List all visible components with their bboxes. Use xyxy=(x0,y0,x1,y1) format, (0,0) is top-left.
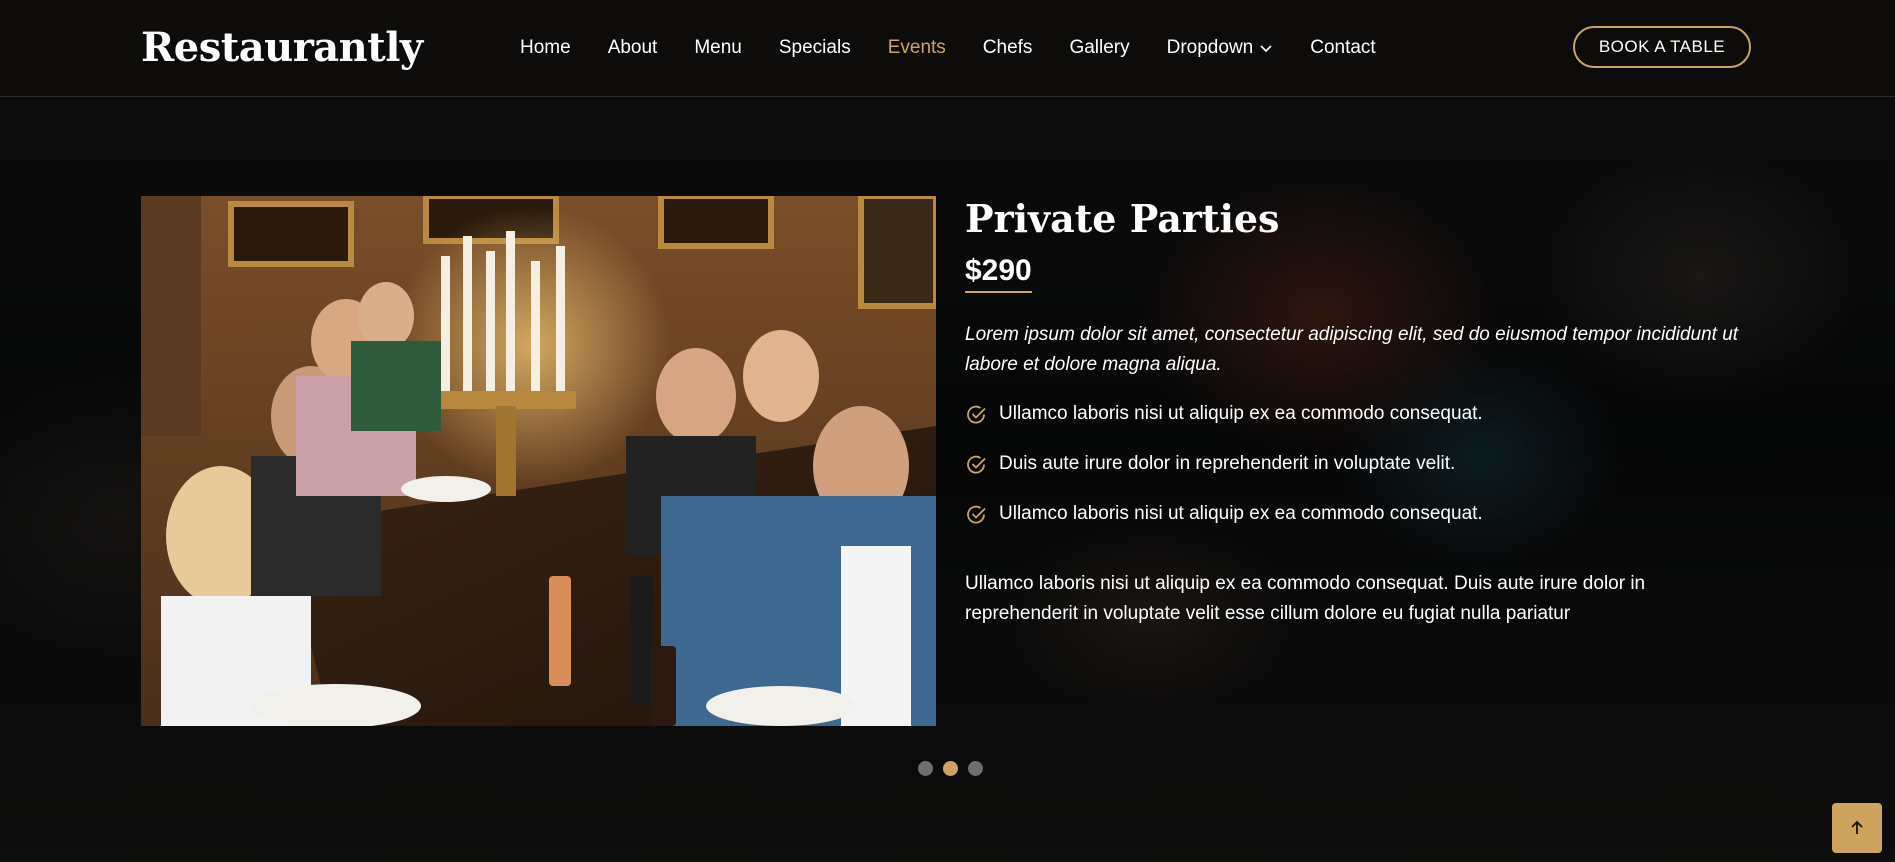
feature-text: Ullamco laboris nisi ut aliquip ex ea co… xyxy=(999,403,1483,424)
chevron-down-icon xyxy=(1260,45,1272,53)
nav-item-chefs[interactable]: Chefs xyxy=(983,37,1033,59)
nav-item-label: Contact xyxy=(1310,37,1376,58)
event-price: $290 xyxy=(965,254,1032,293)
feature-text: Ullamco laboris nisi ut aliquip ex ea co… xyxy=(999,503,1483,524)
main-nav: Home About Menu Specials Events Chefs Ga… xyxy=(520,36,1376,60)
back-to-top-button[interactable] xyxy=(1832,803,1882,853)
list-item: Ullamco laboris nisi ut aliquip ex ea co… xyxy=(965,503,1483,553)
feature-list: Ullamco laboris nisi ut aliquip ex ea co… xyxy=(965,403,1483,553)
nav-item-label: Chefs xyxy=(982,37,1033,58)
nav-item-label: Dropdown xyxy=(1166,37,1254,58)
nav-item-specials[interactable]: Specials xyxy=(779,37,851,59)
brand-logo[interactable]: Restaurantly xyxy=(141,24,423,71)
event-photo xyxy=(141,196,936,726)
nav-item-menu[interactable]: Menu xyxy=(694,37,742,59)
nav-item-events[interactable]: Events xyxy=(888,37,946,59)
nav-item-label: Home xyxy=(520,37,571,58)
list-item: Ullamco laboris nisi ut aliquip ex ea co… xyxy=(965,403,1483,453)
nav-item-dropdown[interactable]: Dropdown xyxy=(1167,37,1274,59)
list-item: Duis aute irure dolor in reprehenderit i… xyxy=(965,453,1483,503)
slider-pagination xyxy=(918,761,983,776)
event-title: Private Parties xyxy=(965,196,1280,241)
book-a-table-button[interactable]: BOOK A TABLE xyxy=(1573,26,1751,68)
nav-item-gallery[interactable]: Gallery xyxy=(1069,37,1129,59)
check-circle-icon xyxy=(967,505,986,524)
nav-item-home[interactable]: Home xyxy=(520,37,571,59)
slider-dot-2[interactable] xyxy=(943,761,958,776)
nav-item-contact[interactable]: Contact xyxy=(1310,37,1375,59)
arrow-up-icon xyxy=(1851,820,1863,834)
nav-item-label: Specials xyxy=(778,37,851,58)
check-circle-icon xyxy=(967,455,986,474)
event-description: Ullamco laboris nisi ut aliquip ex ea co… xyxy=(965,573,1646,624)
check-circle-icon xyxy=(967,405,986,424)
nav-item-label: Menu xyxy=(694,37,742,58)
event-lead-text: Lorem ipsum dolor sit amet, consectetur … xyxy=(965,324,1739,375)
site-header: Restaurantly Home About Menu Specials Ev… xyxy=(0,0,1895,97)
nav-item-label: Gallery xyxy=(1069,37,1130,58)
slider-dot-3[interactable] xyxy=(968,761,983,776)
nav-item-about[interactable]: About xyxy=(608,37,658,59)
group-dinner-photo-illustration xyxy=(141,196,936,726)
nav-item-label: Events xyxy=(887,37,946,58)
nav-item-label: About xyxy=(607,37,658,58)
slider-dot-1[interactable] xyxy=(918,761,933,776)
feature-text: Duis aute irure dolor in reprehenderit i… xyxy=(999,453,1456,474)
